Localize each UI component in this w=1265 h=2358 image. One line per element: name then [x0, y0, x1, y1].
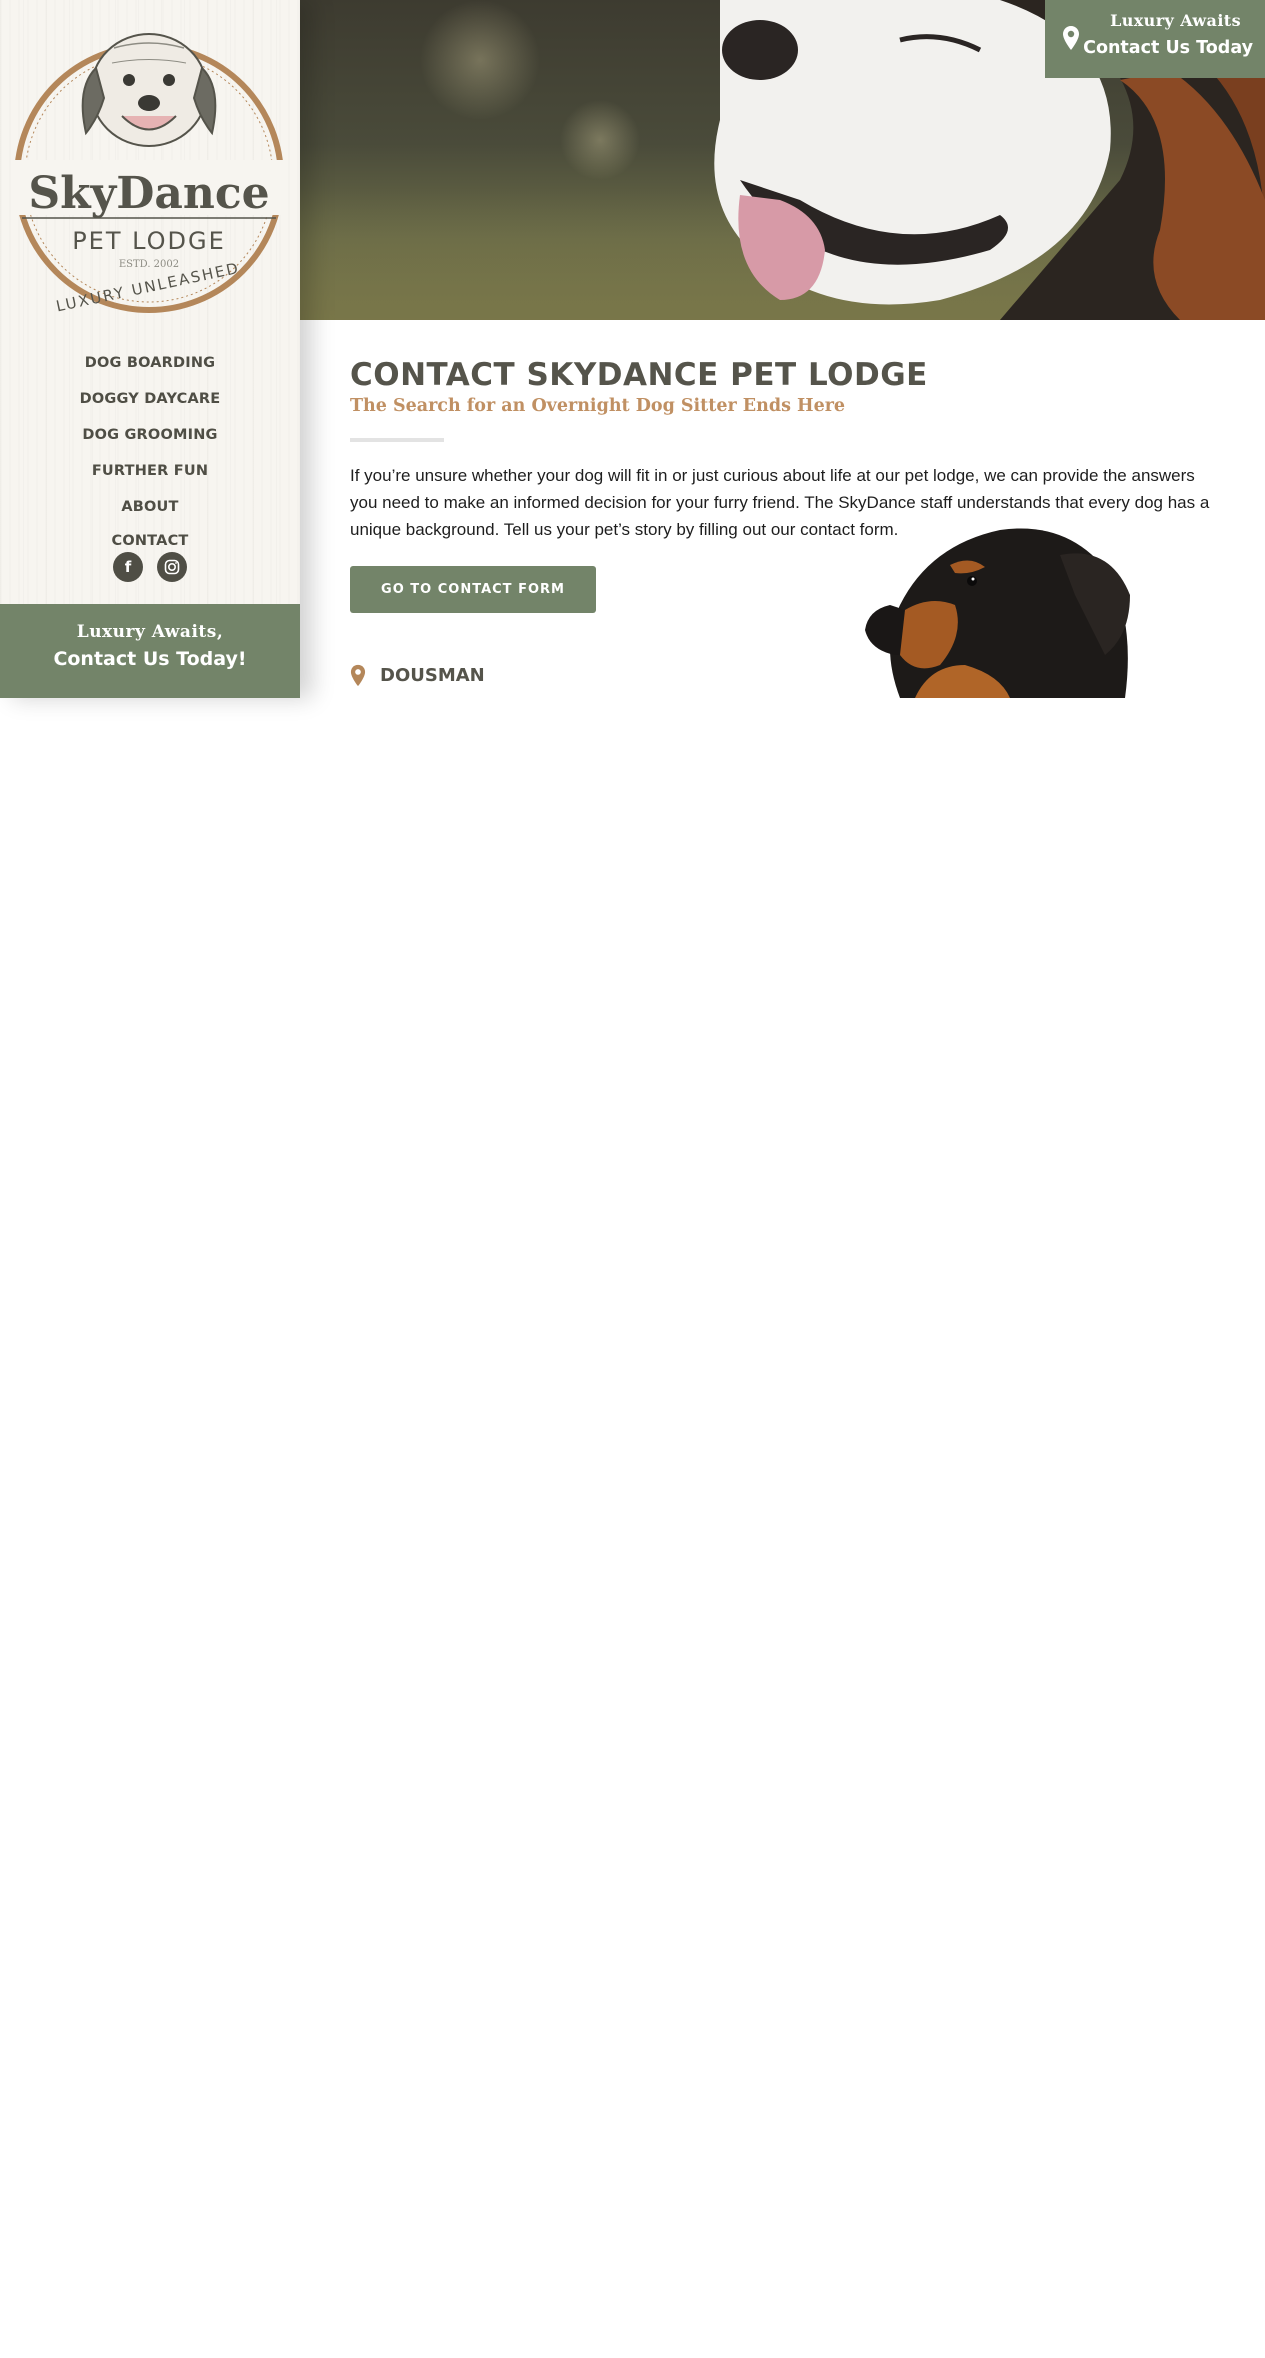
- main-nav: DOG BOARDING DOGGY DAYCARE DOG GROOMING …: [0, 350, 300, 556]
- page-subtitle: The Search for an Overnight Dog Sitter E…: [350, 396, 846, 416]
- sidebar-cta-line2: Contact Us Today!: [53, 648, 247, 670]
- header-cta-line1: Luxury Awaits: [1110, 11, 1241, 30]
- svg-text:f: f: [125, 559, 132, 575]
- logo-brand-text: SkyDance: [28, 168, 269, 219]
- location-dousman: DOUSMAN: [350, 664, 485, 687]
- instagram-icon[interactable]: [157, 552, 187, 582]
- title-divider: [350, 438, 444, 442]
- header-cta-line2: Contact Us Today: [1083, 38, 1253, 58]
- sidebar-cta-line1: Luxury Awaits,: [76, 622, 224, 642]
- logo-est-text: ESTD. 2002: [119, 259, 179, 270]
- dog-head-illustration: [81, 33, 217, 147]
- skydance-logo[interactable]: SkyDance PET LODGE ESTD. 2002 LUXURY UNL…: [14, 18, 284, 323]
- header-contact-cta[interactable]: Luxury Awaits Contact Us Today: [1045, 0, 1265, 78]
- location-label: DOUSMAN: [380, 665, 485, 686]
- nav-about[interactable]: ABOUT: [0, 494, 300, 530]
- nav-dog-boarding[interactable]: DOG BOARDING: [0, 350, 300, 386]
- nav-further-fun[interactable]: FURTHER FUN: [0, 458, 300, 494]
- nav-dog-grooming[interactable]: DOG GROOMING: [0, 422, 300, 458]
- nav-doggy-daycare[interactable]: DOGGY DAYCARE: [0, 386, 300, 422]
- go-to-contact-form-button[interactable]: GO TO CONTACT FORM: [350, 566, 596, 613]
- facebook-icon[interactable]: f: [113, 552, 143, 582]
- location-pin-icon: [350, 664, 366, 687]
- rottweiler-puppy-photo: [865, 528, 1130, 698]
- social-links: f: [0, 552, 300, 582]
- logo-sub-text: PET LODGE: [72, 227, 226, 255]
- location-pin-icon: [1063, 26, 1079, 50]
- page-title: CONTACT SKYDANCE PET LODGE: [350, 357, 928, 393]
- sidebar: SkyDance PET LODGE ESTD. 2002 LUXURY UNL…: [0, 0, 300, 698]
- sidebar-contact-cta[interactable]: Luxury Awaits, Contact Us Today!: [0, 604, 300, 698]
